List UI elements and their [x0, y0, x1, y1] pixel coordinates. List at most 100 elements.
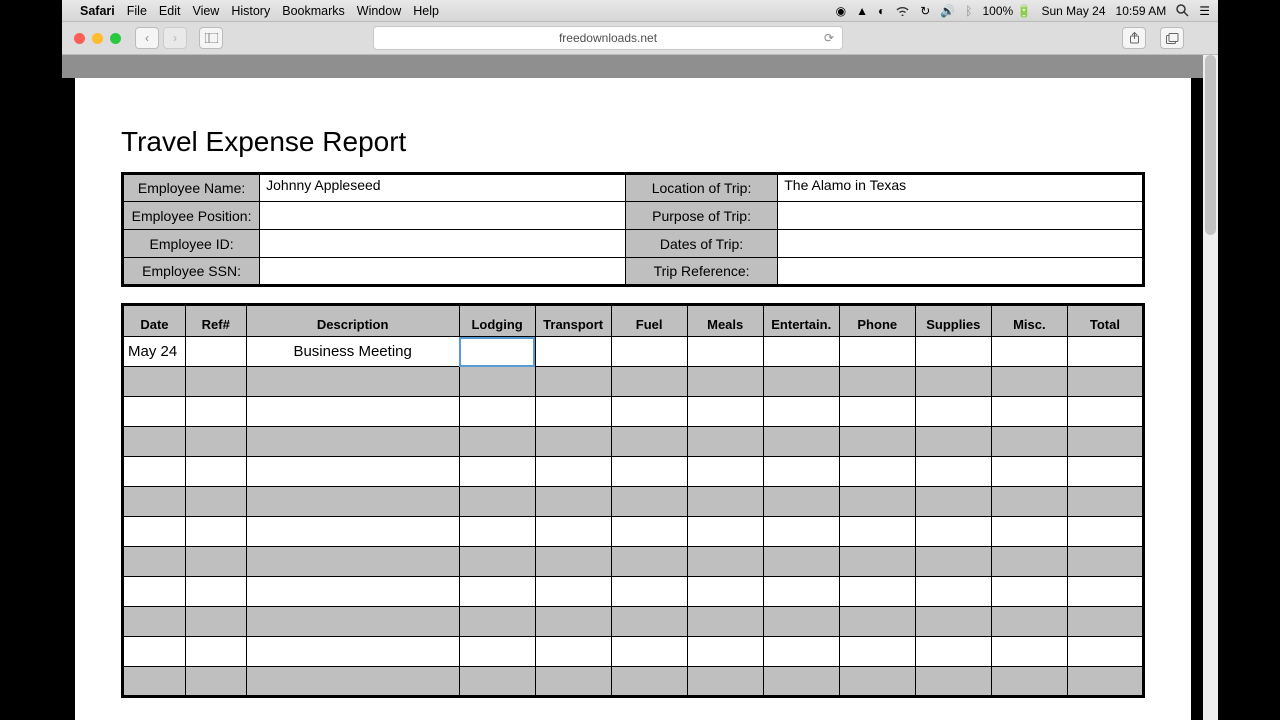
cell-transport[interactable] — [535, 397, 611, 427]
cell-entertain[interactable] — [763, 457, 839, 487]
cell-fuel[interactable] — [611, 607, 687, 637]
cell-phone[interactable] — [839, 607, 915, 637]
cell-fuel[interactable] — [611, 397, 687, 427]
cell-date[interactable] — [123, 547, 186, 577]
menu-view[interactable]: View — [192, 4, 219, 18]
cell-total[interactable] — [1067, 547, 1143, 577]
cell-entertain[interactable] — [763, 517, 839, 547]
cell-description[interactable] — [246, 577, 459, 607]
cell-fuel[interactable] — [611, 667, 687, 697]
cell-supplies[interactable] — [915, 577, 991, 607]
cell-date[interactable] — [123, 487, 186, 517]
cell-description[interactable] — [246, 367, 459, 397]
cell-misc[interactable] — [991, 547, 1067, 577]
cell-phone[interactable] — [839, 397, 915, 427]
cell-lodging[interactable] — [459, 637, 535, 667]
cell-lodging[interactable] — [459, 457, 535, 487]
cell-entertain[interactable] — [763, 487, 839, 517]
wifi-icon[interactable] — [895, 5, 910, 16]
cell-supplies[interactable] — [915, 367, 991, 397]
menu-history[interactable]: History — [231, 4, 270, 18]
cell-ref[interactable] — [185, 337, 246, 367]
menu-bookmarks[interactable]: Bookmarks — [282, 4, 345, 18]
cell-description[interactable]: Business Meeting — [246, 337, 459, 367]
field-employee-ssn[interactable] — [260, 258, 626, 286]
cell-phone[interactable] — [839, 517, 915, 547]
cell-meals[interactable] — [687, 457, 763, 487]
cell-phone[interactable] — [839, 337, 915, 367]
cell-description[interactable] — [246, 427, 459, 457]
volume-icon[interactable]: 🔊 — [940, 4, 955, 18]
cell-ref[interactable] — [185, 367, 246, 397]
share-button[interactable] — [1122, 27, 1146, 49]
cell-meals[interactable] — [687, 427, 763, 457]
cell-total[interactable] — [1067, 667, 1143, 697]
cell-misc[interactable] — [991, 607, 1067, 637]
cell-ref[interactable] — [185, 577, 246, 607]
cell-ref[interactable] — [185, 397, 246, 427]
cell-meals[interactable] — [687, 397, 763, 427]
cell-entertain[interactable] — [763, 337, 839, 367]
cell-entertain[interactable] — [763, 637, 839, 667]
time[interactable]: 10:59 AM — [1116, 4, 1167, 18]
cell-fuel[interactable] — [611, 427, 687, 457]
maximize-window-button[interactable] — [110, 33, 121, 44]
battery-status[interactable]: 100% 🔋 — [983, 4, 1032, 18]
cell-meals[interactable] — [687, 367, 763, 397]
cell-ref[interactable] — [185, 667, 246, 697]
cell-date[interactable] — [123, 667, 186, 697]
cell-meals[interactable] — [687, 547, 763, 577]
cell-total[interactable] — [1067, 607, 1143, 637]
field-purpose[interactable] — [778, 202, 1144, 230]
cell-meals[interactable] — [687, 637, 763, 667]
cell-misc[interactable] — [991, 637, 1067, 667]
cell-description[interactable] — [246, 667, 459, 697]
cell-misc[interactable] — [991, 577, 1067, 607]
cell-description[interactable] — [246, 457, 459, 487]
cell-fuel[interactable] — [611, 367, 687, 397]
cell-date[interactable] — [123, 517, 186, 547]
cell-misc[interactable] — [991, 487, 1067, 517]
cell-ref[interactable] — [185, 487, 246, 517]
cell-phone[interactable] — [839, 367, 915, 397]
timemachine-icon[interactable]: ↻ — [920, 4, 930, 18]
cell-phone[interactable] — [839, 427, 915, 457]
cell-description[interactable] — [246, 487, 459, 517]
cell-supplies[interactable] — [915, 637, 991, 667]
cell-phone[interactable] — [839, 637, 915, 667]
cell-supplies[interactable] — [915, 487, 991, 517]
bluetooth-icon[interactable]: ᛒ — [965, 4, 972, 18]
field-reference[interactable] — [778, 258, 1144, 286]
cell-lodging[interactable] — [459, 367, 535, 397]
notifications-icon[interactable]: ▲ — [856, 4, 868, 18]
cell-description[interactable] — [246, 637, 459, 667]
cell-meals[interactable] — [687, 517, 763, 547]
date[interactable]: Sun May 24 — [1041, 4, 1105, 18]
menu-help[interactable]: Help — [413, 4, 439, 18]
cell-total[interactable] — [1067, 457, 1143, 487]
cell-fuel[interactable] — [611, 547, 687, 577]
vertical-scrollbar[interactable] — [1203, 55, 1218, 720]
cell-total[interactable] — [1067, 517, 1143, 547]
field-dates[interactable] — [778, 230, 1144, 258]
cell-lodging[interactable] — [459, 397, 535, 427]
cell-misc[interactable] — [991, 517, 1067, 547]
cell-description[interactable] — [246, 547, 459, 577]
cell-description[interactable] — [246, 607, 459, 637]
cell-description[interactable] — [246, 517, 459, 547]
menu-icon[interactable]: ☰ — [1199, 4, 1210, 18]
cell-ref[interactable] — [185, 457, 246, 487]
cell-ref[interactable] — [185, 547, 246, 577]
cell-total[interactable] — [1067, 487, 1143, 517]
cell-supplies[interactable] — [915, 397, 991, 427]
cell-date[interactable]: May 24 — [123, 337, 186, 367]
cell-total[interactable] — [1067, 397, 1143, 427]
cell-entertain[interactable] — [763, 367, 839, 397]
cell-supplies[interactable] — [915, 337, 991, 367]
cell-phone[interactable] — [839, 577, 915, 607]
cell-transport[interactable] — [535, 517, 611, 547]
cell-meals[interactable] — [687, 667, 763, 697]
cell-transport[interactable] — [535, 487, 611, 517]
field-employee-id[interactable] — [260, 230, 626, 258]
cell-ref[interactable] — [185, 607, 246, 637]
